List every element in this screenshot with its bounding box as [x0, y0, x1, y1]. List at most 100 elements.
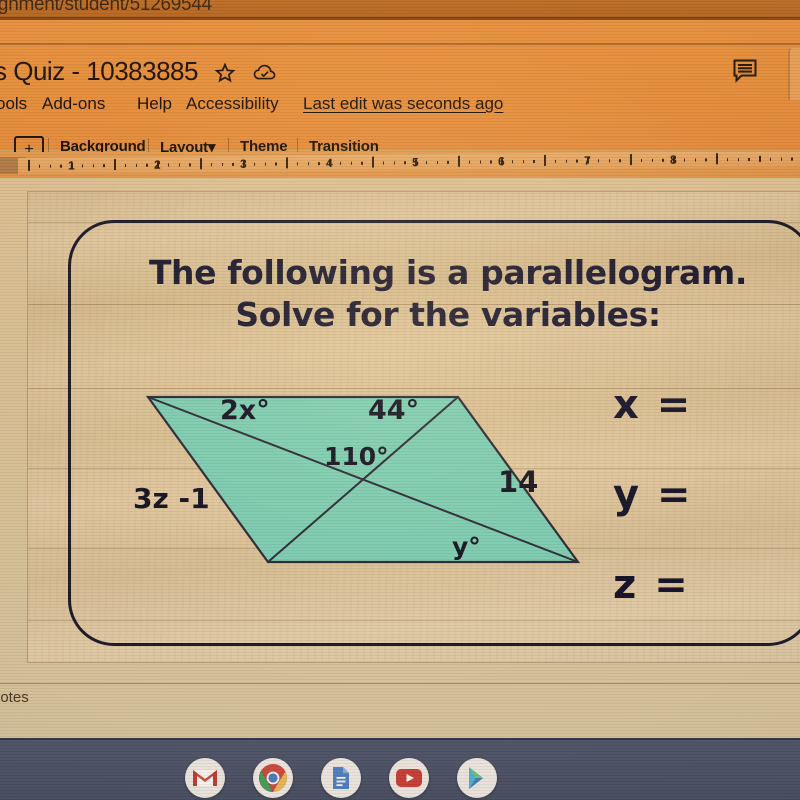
- menu-item-accessibility[interactable]: Accessibility: [186, 94, 279, 114]
- ruler-number: 1: [68, 158, 75, 173]
- slide-title-line-2: Solve for the variables:: [235, 295, 661, 335]
- ruler-tick: [748, 157, 750, 161]
- ruler-tick: [404, 161, 406, 164]
- menu-item-add-ons[interactable]: Add-ons: [42, 94, 105, 114]
- ruler-number: 6: [498, 154, 505, 169]
- ruler-tick: [210, 163, 213, 166]
- ruler-tick: [780, 157, 782, 161]
- ruler-tick: [511, 160, 514, 163]
- ruler-number: 5: [412, 155, 419, 170]
- url-text: ignment/student/51269544: [0, 0, 212, 15]
- label-angle-110: 110°: [324, 442, 389, 471]
- answer-y[interactable]: y =: [613, 472, 800, 518]
- docs-icon[interactable]: [321, 758, 361, 798]
- ruler-tick: [307, 162, 309, 165]
- title-row: s Quiz - 10383885: [0, 56, 800, 92]
- slide-title[interactable]: The following is a parallelogram. Solve …: [98, 252, 798, 336]
- ruler-tick: [275, 162, 277, 166]
- ruler-tick: [92, 164, 94, 167]
- ruler-tick: [597, 159, 600, 162]
- ruler-number: 3: [240, 156, 247, 171]
- ruler-tick: [124, 163, 127, 167]
- ruler-tick: [479, 160, 481, 164]
- ruler-tick: [554, 159, 557, 163]
- ruler-tick: [114, 159, 116, 171]
- comment-icon[interactable]: [730, 56, 760, 86]
- ruler-tick: [189, 163, 191, 166]
- ruler-tick: [630, 154, 632, 166]
- speaker-notes-pane[interactable]: notes: [0, 683, 800, 738]
- label-angle-y: y°: [452, 532, 481, 561]
- parallelogram-figure[interactable]: 2x° 44° 110° 14 3z -1 y°: [128, 387, 598, 597]
- ruler-tick: [350, 161, 352, 165]
- menu-bar: ools Add-ons Help Accessibility Last edi…: [0, 94, 800, 122]
- menu-item-tools[interactable]: ools: [0, 94, 27, 114]
- ruler-tick: [339, 161, 342, 165]
- ruler-tick: [608, 159, 610, 162]
- answer-z[interactable]: z =: [613, 562, 800, 608]
- ruler-tick: [221, 163, 223, 166]
- ruler-tick: [791, 157, 793, 161]
- ruler-tick: [662, 158, 664, 162]
- window-right-edge: [788, 48, 800, 100]
- answers-column[interactable]: x = y = z =: [613, 382, 800, 652]
- ruler-tick: [135, 163, 137, 167]
- photo-of-screen: ignment/student/51269544 s Quiz - 103838…: [0, 0, 800, 800]
- ruler-tick: [544, 154, 546, 166]
- label-angle-2x: 2x°: [220, 395, 270, 426]
- ruler-tick: [436, 160, 438, 164]
- ruler-number: 8: [670, 152, 677, 167]
- drive-cloud-icon[interactable]: [252, 60, 278, 86]
- os-taskbar: [0, 738, 800, 800]
- star-icon[interactable]: [212, 60, 238, 86]
- ruler-tick: [522, 160, 524, 163]
- ruler-tick: [232, 162, 234, 166]
- play-store-icon[interactable]: [457, 758, 497, 798]
- ruler-tick: [318, 162, 320, 165]
- ruler-tick: [200, 158, 202, 170]
- slide[interactable]: The following is a parallelogram. Solve …: [28, 192, 800, 662]
- label-angle-44: 44°: [368, 395, 420, 426]
- ruler-tick: [382, 161, 385, 164]
- ruler-tick: [705, 158, 707, 161]
- document-title[interactable]: s Quiz - 10383885: [0, 56, 198, 87]
- ruler-tick: [447, 160, 449, 164]
- menu-item-help[interactable]: Help: [137, 94, 172, 114]
- ruler-tick: [28, 159, 30, 171]
- slide-title-line-1: The following is a parallelogram.: [148, 253, 748, 292]
- ruler-tick: [468, 160, 471, 164]
- ruler-tick: [38, 164, 41, 168]
- answer-x[interactable]: x =: [613, 382, 800, 428]
- ruler-number: 4: [326, 155, 333, 171]
- ruler-tick: [264, 162, 266, 166]
- app-chrome: s Quiz - 10383885 ools Add-ons Help Acce…: [0, 20, 800, 168]
- gmail-icon[interactable]: [185, 758, 225, 798]
- ruler-tick: [576, 159, 578, 163]
- chrome-icon[interactable]: [253, 758, 293, 798]
- ruler-tick: [49, 164, 51, 168]
- youtube-icon[interactable]: [389, 758, 429, 798]
- last-edit-status[interactable]: Last edit was seconds ago: [303, 94, 503, 114]
- ruler-tick: [769, 157, 772, 161]
- ruler-tick: [296, 162, 299, 165]
- ruler-tick: [683, 158, 686, 162]
- horizontal-ruler[interactable]: 1 2 3 4 5 6 7 8: [0, 152, 800, 178]
- ruler-tick: [361, 161, 363, 165]
- ruler-tick: [60, 164, 62, 168]
- label-side-3z-minus-1: 3z -1: [133, 482, 210, 515]
- ruler-tick: [716, 153, 718, 165]
- ruler-tick: [81, 164, 84, 167]
- taskbar-top-edge: [0, 738, 800, 740]
- ruler-tick: [372, 156, 374, 168]
- ruler-tick: [726, 158, 729, 161]
- ruler-tick: [178, 163, 180, 166]
- ruler-tick: [490, 160, 492, 163]
- chrome-top-divider: [0, 43, 800, 45]
- label-side-14: 14: [498, 465, 539, 499]
- ruler-track: 1 2 3 4 5 6 7 8: [18, 152, 800, 174]
- ruler-tick: [694, 158, 696, 162]
- ruler-tick: [167, 163, 170, 167]
- ruler-tick: [253, 162, 256, 166]
- notes-placeholder: notes: [0, 689, 29, 706]
- ruler-tick: [640, 159, 643, 162]
